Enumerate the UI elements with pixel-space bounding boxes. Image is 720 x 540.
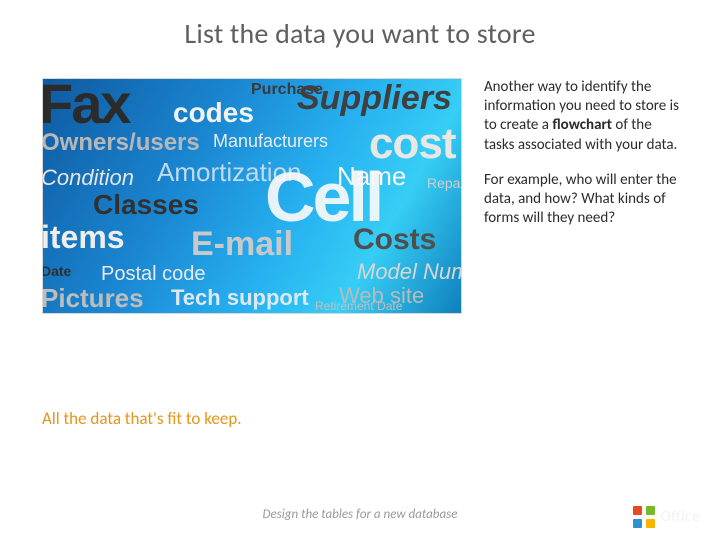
content-row: Fax codes Purchase Suppliers Owners/user… <box>42 78 682 314</box>
word-owners: Owners/users <box>42 129 200 157</box>
word-model: Model Numb <box>357 259 462 285</box>
page-title: List the data you want to store <box>0 16 720 51</box>
word-items: items <box>42 219 125 256</box>
body-text: Another way to identify the information … <box>484 78 682 314</box>
word-condition: Condition <box>42 165 134 191</box>
word-tech: Tech support <box>171 285 309 311</box>
paragraph-2: For example, who will enter the data, an… <box>484 171 682 229</box>
p1-bold-flowchart: flowchart <box>552 116 612 134</box>
footer-text: Design the tables for a new database <box>0 507 720 522</box>
wordcloud-image: Fax codes Purchase Suppliers Owners/user… <box>42 78 462 314</box>
office-logo: Office <box>633 506 700 528</box>
slide: List the data you want to store Fax code… <box>0 0 720 540</box>
word-repair: Repair <box>427 175 462 191</box>
word-classes: Classes <box>93 189 199 221</box>
subcaption: All the data that's fit to keep. <box>42 408 242 429</box>
word-suppliers: Suppliers <box>297 79 452 118</box>
word-codes: codes <box>173 97 254 129</box>
office-squares-icon <box>633 506 655 528</box>
word-manufacturers: Manufacturers <box>213 131 328 152</box>
footer: Design the tables for a new database Off… <box>0 476 720 540</box>
word-email: E-mail <box>191 225 293 264</box>
word-date: Date <box>42 263 71 279</box>
paragraph-1: Another way to identify the information … <box>484 78 682 155</box>
word-pictures: Pictures <box>42 283 144 314</box>
word-fax: Fax <box>42 78 130 136</box>
office-brand-label: Office <box>661 508 700 526</box>
word-retirement: Retirement Date <box>315 299 402 313</box>
word-costs: Costs <box>353 223 436 257</box>
